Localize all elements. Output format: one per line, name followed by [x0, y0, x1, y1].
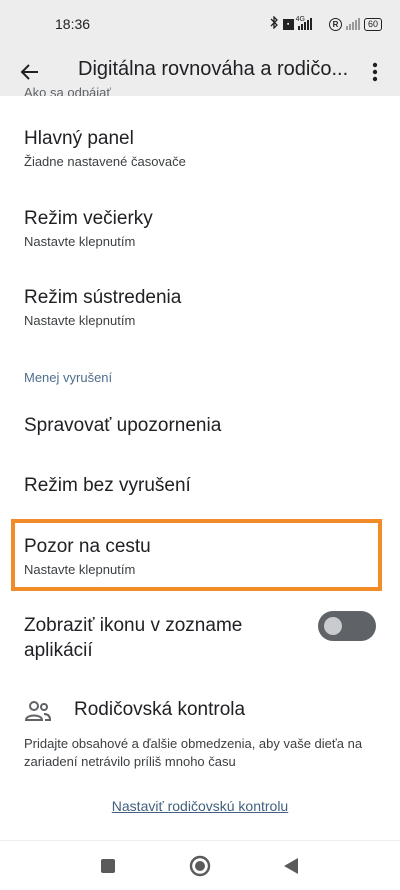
item-subtitle: Nastavte klepnutím: [24, 234, 136, 249]
item-subtitle: Nastavte klepnutím: [24, 313, 136, 328]
more-vert-icon: [372, 62, 378, 82]
page-title: Digitálna rovnováha a rodičo...: [78, 58, 349, 80]
status-icons: ▪ 4G R 60: [269, 15, 382, 32]
item-title-line2: aplikácií: [24, 640, 93, 661]
list-item-do-not-disturb[interactable]: Režim bez vyrušení: [0, 458, 400, 514]
battery-icon: 60: [363, 17, 382, 31]
roaming-icon: R: [328, 17, 342, 31]
list-item-focus-mode[interactable]: Režim sústredenia Nastavte klepnutím: [0, 279, 400, 339]
list-item-manage-notifications[interactable]: Spravovať upozornenia: [0, 398, 400, 454]
bluetooth-icon: [269, 15, 279, 32]
status-bar: 18:36 ▪ 4G R 60: [0, 0, 400, 48]
list-item-bedtime-mode[interactable]: Režim večierky Nastavte klepnutím: [0, 200, 400, 260]
highlight-box: [11, 519, 382, 591]
home-button[interactable]: [185, 851, 215, 881]
item-title: Spravovať upozornenia: [24, 415, 222, 436]
system-navigation-bar: [0, 840, 400, 890]
back-nav-button[interactable]: [276, 851, 306, 881]
item-title-line1: Zobraziť ikonu v zozname: [24, 615, 243, 636]
signal-icon: [345, 18, 360, 30]
parental-controls-description: Pridajte obsahové a ďalšie obmedzenia, a…: [24, 736, 363, 769]
item-title: Režim sústredenia: [24, 287, 182, 308]
sim-icon: ▪: [282, 18, 294, 30]
show-app-icon-toggle[interactable]: [318, 611, 376, 641]
circle-icon: [189, 855, 211, 877]
triangle-back-icon: [284, 858, 298, 874]
item-title: Hlavný panel: [24, 128, 134, 149]
setup-parental-controls-link[interactable]: Nastaviť rodičovskú kontrolu: [0, 798, 400, 814]
more-options-button[interactable]: [360, 54, 390, 90]
parental-controls-icon: [24, 701, 52, 721]
section-header-less-interruptions: Menej vyrušení: [24, 370, 113, 385]
parental-controls-title: Rodičovská kontrola: [74, 699, 246, 720]
item-title: Režim večierky: [24, 208, 153, 229]
list-item-dashboard[interactable]: Hlavný panel Žiadne nastavené časovače: [0, 120, 400, 180]
back-button[interactable]: [12, 54, 48, 90]
item-title: Režim bez vyrušení: [24, 475, 191, 496]
toggle-knob: [324, 617, 342, 635]
status-time: 18:36: [55, 16, 91, 32]
item-subtitle: Žiadne nastavené časovače: [24, 154, 186, 169]
network-type: 4G: [295, 15, 305, 23]
square-icon: [101, 859, 115, 873]
recents-button[interactable]: [93, 851, 123, 881]
arrow-back-icon: [20, 64, 38, 80]
section-header-disconnect: Ako sa odpájať: [24, 86, 112, 96]
